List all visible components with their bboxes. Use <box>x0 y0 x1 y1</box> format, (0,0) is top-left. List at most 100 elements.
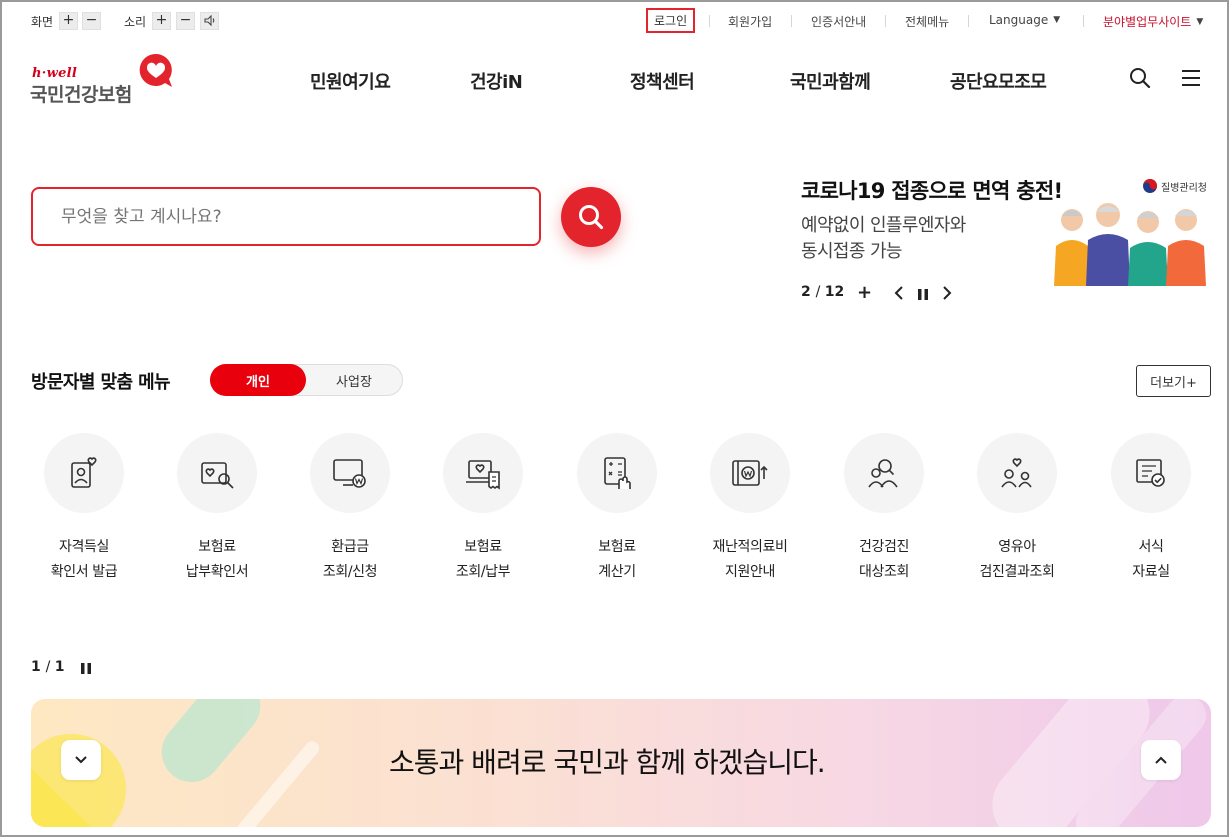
chevron-left-icon <box>894 286 903 300</box>
search-icon <box>1130 68 1151 89</box>
menu-item-label: 보험료 계산기 <box>598 539 636 580</box>
pause-icon <box>918 289 928 300</box>
search-icon <box>579 205 604 230</box>
tab-business[interactable]: 사업장 <box>306 365 402 395</box>
language-label: Language <box>989 13 1049 27</box>
logo-korean: 국민건강보험 <box>30 84 132 106</box>
divider <box>709 15 710 27</box>
banner-line-2: 동시접종 가능 <box>801 241 902 262</box>
sound-up-button[interactable]: + <box>152 12 171 30</box>
menu-pause-button[interactable] <box>80 660 92 679</box>
banner-view-all-button[interactable]: + <box>857 282 872 303</box>
caret-down-icon: ▼ <box>1196 16 1204 27</box>
nav-with-citizens[interactable]: 국민과함께 <box>790 68 871 94</box>
chevron-down-icon <box>75 756 87 764</box>
banner-collapse-button[interactable] <box>61 740 101 780</box>
menu-item-infant-checkup-results[interactable]: 영유아 검진결과조회 <box>957 433 1077 585</box>
tab-individual[interactable]: 개인 <box>210 364 306 396</box>
screen-size-label: 화면 <box>31 15 54 29</box>
icon-circle <box>577 433 657 513</box>
menu-item-label: 환급금 조회/신청 <box>322 539 378 580</box>
seniors-illustration <box>1050 198 1210 286</box>
icon-circle <box>710 433 790 513</box>
chevron-up-icon <box>1155 756 1167 764</box>
monitor-won-icon <box>333 459 366 488</box>
icon-circle <box>177 433 257 513</box>
nav-policy-center[interactable]: 정책센터 <box>630 68 695 94</box>
speaker-icon <box>203 14 214 27</box>
menu-item-label: 보험료 납부확인서 <box>185 539 249 580</box>
people-search-icon <box>868 459 898 488</box>
menu-current-page: 1 <box>31 659 41 675</box>
menu-item-refund-inquiry[interactable]: 환급금 조회/신청 <box>290 433 410 585</box>
more-button[interactable]: 더보기+ <box>1136 365 1211 397</box>
menu-item-catastrophic-medical-support[interactable]: 재난적의료비 지원안내 <box>690 433 810 585</box>
visitor-menu-title: 방문자별 맞춤 메뉴 <box>31 372 171 393</box>
laptop-receipt-icon <box>466 460 500 490</box>
search-submit-button[interactable] <box>561 187 621 247</box>
hamburger-menu-button[interactable] <box>1181 69 1201 91</box>
screen-zoom-in-button[interactable]: + <box>59 12 78 30</box>
main-search-field[interactable] <box>31 187 541 246</box>
family-heart-icon <box>1001 458 1032 488</box>
banner-pager: 2 / 12 <box>801 284 845 300</box>
logo-english: h·well <box>32 66 78 81</box>
menu-item-premium-inquiry-payment[interactable]: 보험료 조회/납부 <box>423 433 543 585</box>
login-link[interactable]: 로그인 <box>646 8 696 33</box>
calculator-hand-icon <box>604 457 631 489</box>
menu-item-label: 자격득실 확인서 발급 <box>50 539 118 580</box>
menu-item-label: 보험료 조회/납부 <box>455 539 511 580</box>
all-menu-link[interactable]: 전체메뉴 <box>905 13 949 30</box>
divider <box>1083 15 1084 27</box>
document-check-icon <box>1136 459 1165 487</box>
menu-item-label: 건강검진 대상조회 <box>859 539 909 580</box>
banner-line-1: 예약없이 인플루엔자와 <box>801 215 966 236</box>
profile-heart-icon <box>71 457 97 488</box>
nav-civil-service[interactable]: 민원여기요 <box>310 68 391 94</box>
menu-item-label: 서식 자료실 <box>1132 539 1170 580</box>
field-sites-selector[interactable]: 분야별업무사이트 ▼ <box>1103 13 1203 30</box>
header-search-button[interactable] <box>1129 67 1151 93</box>
divider <box>885 15 886 27</box>
nav-health-in[interactable]: 건강iN <box>470 68 523 94</box>
site-logo[interactable]: h·well 국민건강보험 <box>30 52 175 106</box>
caret-down-icon: ▼ <box>1053 15 1061 25</box>
certificate-guide-link[interactable]: 인증서안내 <box>811 13 866 30</box>
banner-prev-button[interactable] <box>893 285 905 304</box>
pause-icon <box>81 663 91 674</box>
speaker-button[interactable] <box>200 12 219 30</box>
icon-circle <box>44 433 124 513</box>
banner-pause-button[interactable] <box>917 286 929 305</box>
menu-item-premium-calculator[interactable]: 보험료 계산기 <box>557 433 677 585</box>
banner-expand-button[interactable] <box>1141 740 1181 780</box>
menu-item-checkup-target-inquiry[interactable]: 건강검진 대상조회 <box>824 433 944 585</box>
menu-item-eligibility-certificate[interactable]: 자격득실 확인서 발급 <box>24 433 144 585</box>
banner-title: 코로나19 접종으로 면역 충전! <box>801 179 1063 203</box>
language-selector[interactable]: Language ▼ <box>989 13 1060 27</box>
agency-logo: 질병관리청 <box>1142 178 1207 194</box>
sound-down-button[interactable]: − <box>176 12 195 30</box>
sound-label: 소리 <box>124 15 147 29</box>
menu-total-pages: 1 <box>54 659 65 675</box>
screen-zoom-out-button[interactable]: − <box>82 12 101 30</box>
slogan-text: 소통과 배려로 국민과 함께 하겠습니다. <box>389 746 826 779</box>
menu-item-forms-library[interactable]: 서식 자료실 <box>1091 433 1211 585</box>
icon-circle <box>310 433 390 513</box>
heart-logo-icon <box>138 52 174 92</box>
icon-circle <box>1111 433 1191 513</box>
divider <box>791 15 792 27</box>
visitor-type-toggle: 개인 사업장 <box>210 364 403 396</box>
icon-circle <box>844 433 924 513</box>
icon-circle <box>443 433 523 513</box>
signup-link[interactable]: 회원가입 <box>728 13 772 30</box>
search-input[interactable] <box>33 189 539 244</box>
taegeuk-icon <box>1143 179 1157 193</box>
card-search-icon <box>201 462 234 489</box>
menu-pager: 1 / 1 <box>31 659 65 675</box>
banner-next-button[interactable] <box>941 285 953 304</box>
menu-item-premium-payment-certificate[interactable]: 보험료 납부확인서 <box>157 433 277 585</box>
banner-current-page: 2 <box>801 284 811 300</box>
field-sites-label: 분야별업무사이트 <box>1103 15 1192 29</box>
hamburger-icon <box>1182 70 1200 86</box>
nav-about-nhis[interactable]: 공단요모조모 <box>950 68 1047 94</box>
